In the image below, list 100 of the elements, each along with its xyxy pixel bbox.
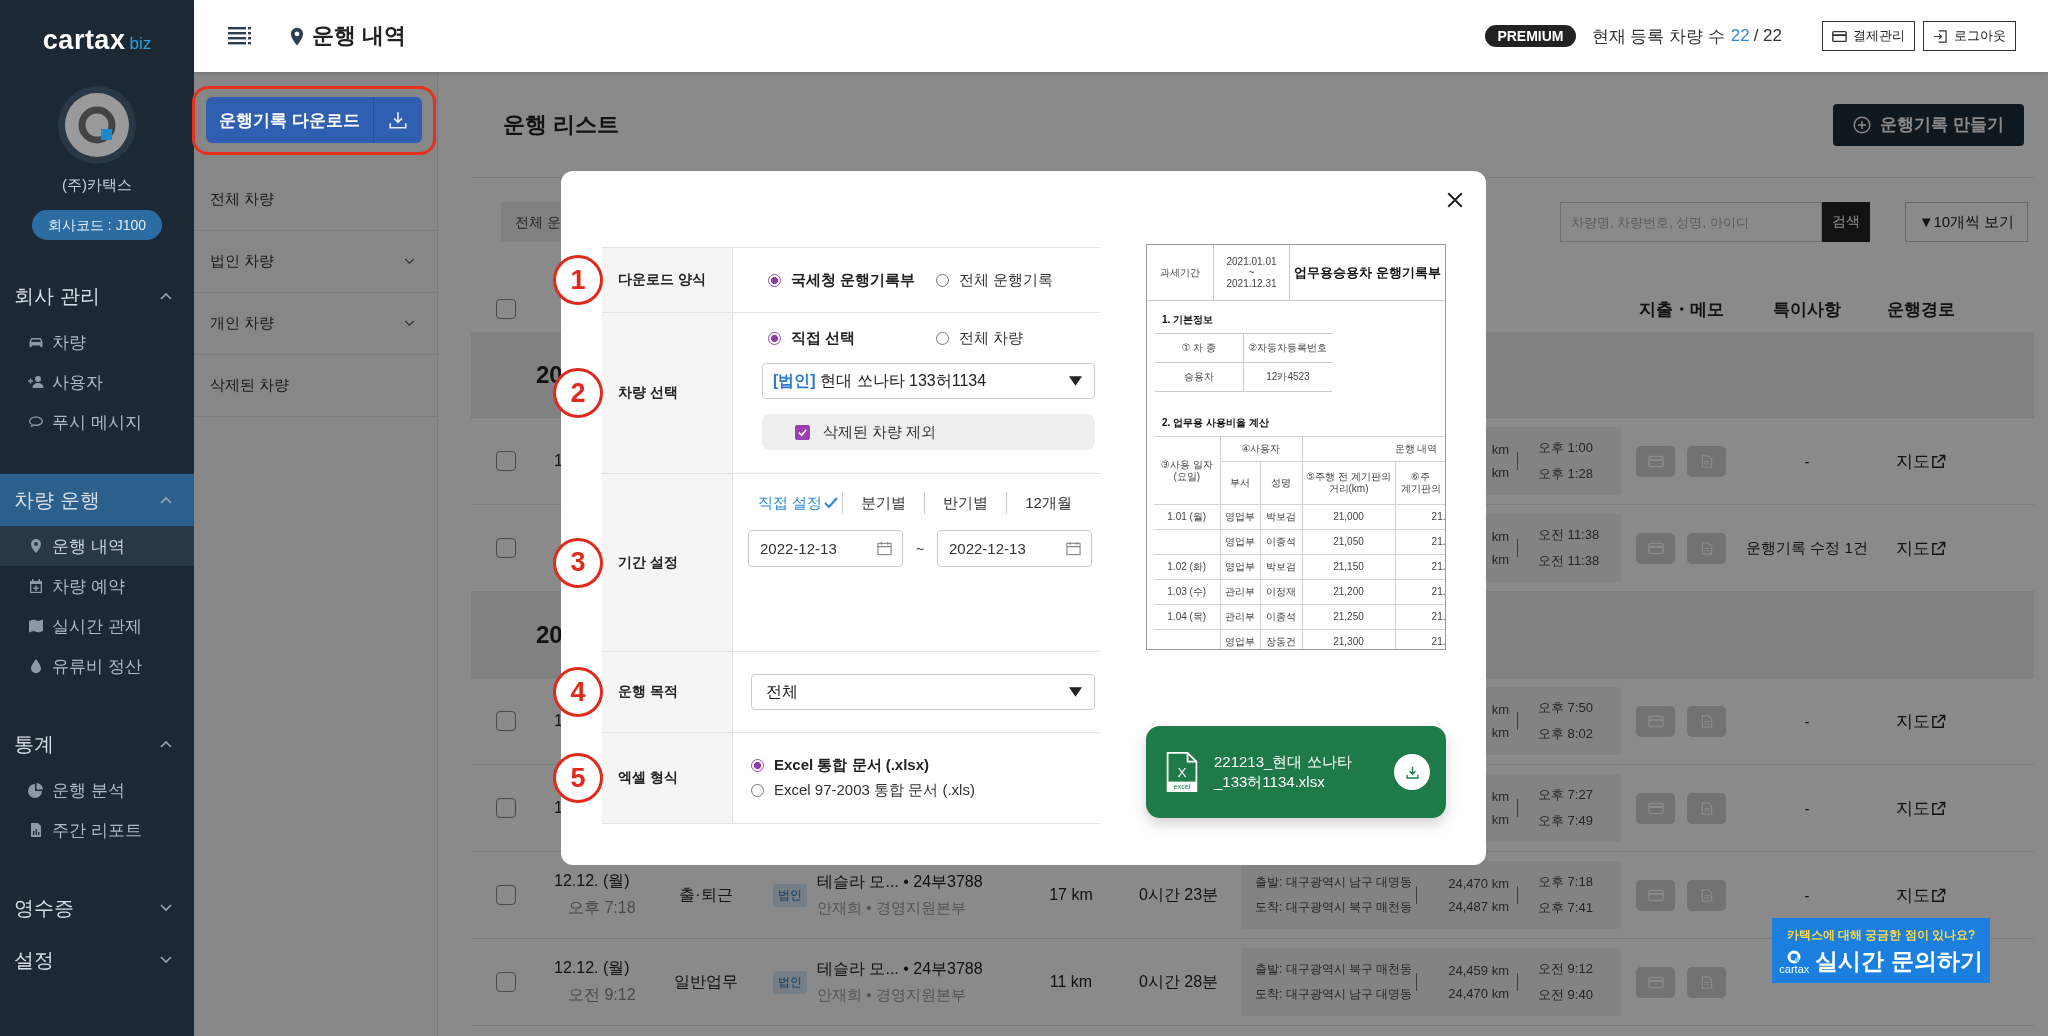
end-date-field[interactable]: 2022-12-13 — [937, 530, 1092, 567]
nav-item[interactable]: 차량 예약 — [0, 566, 194, 606]
pie-chart-icon — [28, 782, 44, 798]
nav-item[interactable]: 차량 — [0, 322, 194, 362]
filter-dropdown[interactable]: 전체 운 — [501, 202, 561, 242]
odometer-reading: km — [1491, 442, 1509, 457]
checkbox[interactable] — [496, 538, 516, 558]
add-user-icon — [28, 374, 44, 390]
vehicle-group-item[interactable]: 개인 차량 — [194, 293, 437, 355]
expense-button[interactable] — [1636, 532, 1675, 564]
nav-item[interactable]: 운행 분석 — [0, 770, 194, 810]
checkbox[interactable] — [795, 424, 810, 440]
group-date: 20 — [536, 620, 563, 649]
purpose-select[interactable]: 전체 — [751, 674, 1095, 710]
calendar-icon — [877, 541, 892, 556]
memo-button[interactable] — [1687, 445, 1726, 477]
logout-button[interactable]: 로그아웃 — [1923, 21, 2016, 51]
billing-button[interactable]: 결제관리 — [1822, 21, 1915, 51]
live-chat-button[interactable]: 카택스에 대해 궁금한 점이 있나요? cartax 실시간 문의하기 — [1772, 918, 1990, 983]
expense-button[interactable] — [1636, 966, 1675, 998]
expense-button[interactable] — [1636, 879, 1675, 911]
period-tab[interactable]: 분기별 — [842, 492, 925, 514]
calendar-icon — [28, 578, 44, 594]
logo-icon — [1786, 949, 1803, 964]
expense-button[interactable] — [1636, 445, 1675, 477]
vehicle-group-item[interactable]: 삭제된 차량 — [194, 355, 437, 417]
start-date-field[interactable]: 2022-12-13 — [748, 530, 903, 567]
external-link-icon — [1931, 540, 1946, 556]
expense-button[interactable] — [1636, 792, 1675, 824]
doc-cell: ⑤주행 전 계기판의 거리(km) — [1302, 461, 1395, 505]
clock-time: 오후 1:00 — [1538, 439, 1594, 457]
checkbox[interactable] — [496, 798, 516, 818]
nav-section[interactable]: 차량 운행 — [0, 474, 194, 526]
odometer-reading: 24,470 km — [1448, 876, 1509, 891]
doc-cell: 21,050 — [1333, 536, 1364, 547]
trip-duration: 0시간 28분 — [1138, 971, 1219, 992]
search-button[interactable]: 검색 — [1822, 202, 1870, 242]
odometer-reading: km — [1491, 552, 1509, 567]
doc-cell: 박보검 — [1266, 511, 1296, 522]
nav-section[interactable]: 회사 관리 — [0, 270, 194, 322]
radio-button[interactable] — [768, 332, 781, 345]
odometer-reading: km — [1491, 529, 1509, 544]
clock-time: 오후 7:50 — [1538, 699, 1594, 717]
clock-time: 오후 7:27 — [1538, 786, 1594, 804]
radio-button[interactable] — [768, 273, 781, 287]
logo[interactable]: cartax — [42, 24, 126, 56]
menu-icon[interactable] — [228, 26, 252, 46]
nav-section[interactable]: 설정 — [0, 934, 194, 986]
checkbox[interactable] — [496, 711, 516, 731]
radio-button[interactable] — [751, 759, 764, 772]
column-header: 지출・메모 — [1637, 298, 1725, 321]
clock-time: 오후 8:02 — [1538, 725, 1594, 743]
memo-button[interactable] — [1687, 879, 1726, 911]
vehicle-group-item[interactable]: 전체 차량 — [194, 169, 437, 231]
period-tab[interactable]: 반기별 — [924, 492, 1007, 514]
checkbox[interactable] — [496, 451, 516, 471]
memo-button[interactable] — [1687, 532, 1726, 564]
create-record-button[interactable]: 운행기록 만들기 — [1833, 103, 2024, 146]
nav-section[interactable]: 영수증 — [0, 882, 194, 934]
company-avatar-icon — [57, 85, 137, 165]
nav-item[interactable]: 사용자 — [0, 362, 194, 402]
memo-button[interactable] — [1687, 705, 1726, 737]
checkbox[interactable] — [496, 885, 516, 905]
map-link[interactable]: 지도 — [1896, 883, 1946, 907]
download-button[interactable]: 운행기록 다운로드 — [206, 97, 422, 143]
vehicle-select[interactable]: [법인] 현대 쏘나타 133허1134 — [762, 363, 1095, 399]
speech-bubble-icon — [28, 414, 44, 430]
radio-button[interactable] — [936, 332, 949, 345]
memo-button[interactable] — [1687, 966, 1726, 998]
radio-button[interactable] — [751, 784, 764, 797]
map-link[interactable]: 지도 — [1896, 449, 1946, 473]
map-link[interactable]: 지도 — [1896, 796, 1946, 820]
period-tab[interactable]: 직접 설정 — [751, 492, 843, 514]
remark-text: - — [1804, 886, 1810, 904]
expense-button[interactable] — [1636, 705, 1675, 737]
file-name: 221213_현대 쏘나타 _133허1134.xlsx — [1214, 752, 1353, 792]
external-link-icon — [1931, 887, 1946, 903]
nav-item[interactable]: 운행 내역 — [0, 526, 194, 566]
map-link[interactable]: 지도 — [1896, 709, 1946, 733]
memo-button[interactable] — [1687, 792, 1726, 824]
field-label: 다운로드 양식 — [618, 271, 706, 289]
map-link[interactable]: 지도 — [1896, 536, 1946, 560]
nav-section[interactable]: 통계 — [0, 718, 194, 770]
doc-cell: 21,150 — [1333, 561, 1364, 572]
doc-cell: 박보검 — [1266, 561, 1296, 572]
nav-item[interactable]: 주간 리포트 — [0, 810, 194, 850]
page-size-dropdown[interactable]: ▼10개씩 보기 — [1905, 202, 2028, 242]
period-tab[interactable]: 12개월 — [1006, 492, 1090, 514]
vehicle-type-badge: 법인 — [773, 970, 807, 994]
nav-item[interactable]: 실시간 관제 — [0, 606, 194, 646]
radio-button[interactable] — [936, 273, 949, 287]
vehicle-type-badge: 법인 — [773, 883, 807, 907]
nav-item[interactable]: 유류비 정산 — [0, 646, 194, 686]
checkbox[interactable] — [496, 299, 516, 319]
download-button[interactable] — [1394, 754, 1430, 790]
doc-cell: 1.03 (수) — [1167, 586, 1207, 597]
nav-item[interactable]: 푸시 메시지 — [0, 402, 194, 442]
checkbox[interactable] — [496, 972, 516, 992]
vehicle-group-item[interactable]: 법인 차량 — [194, 231, 437, 293]
doc-cell: 21,000 — [1333, 511, 1364, 522]
